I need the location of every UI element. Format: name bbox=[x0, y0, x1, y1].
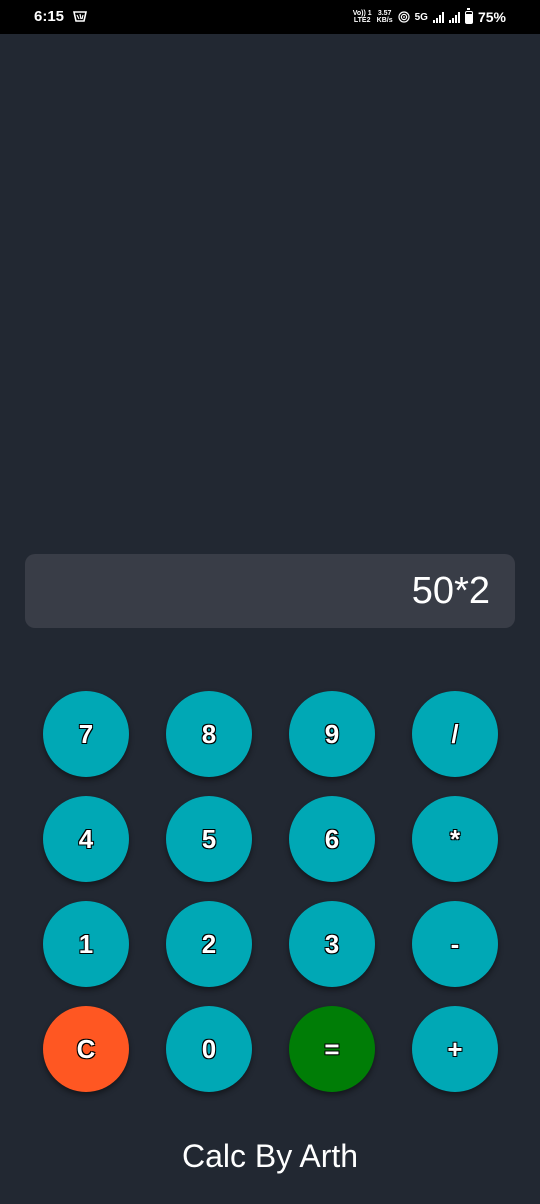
key-equals[interactable]: = bbox=[289, 1006, 375, 1092]
key-0[interactable]: 0 bbox=[166, 1006, 252, 1092]
notification-icon bbox=[73, 11, 87, 22]
key-add[interactable]: + bbox=[412, 1006, 498, 1092]
battery-percent: 75% bbox=[477, 9, 506, 25]
key-divide[interactable]: / bbox=[412, 691, 498, 777]
key-1[interactable]: 1 bbox=[43, 901, 129, 987]
key-clear[interactable]: C bbox=[43, 1006, 129, 1092]
hotspot-icon bbox=[398, 11, 410, 23]
network-type: 5G bbox=[414, 11, 428, 23]
key-2[interactable]: 2 bbox=[166, 901, 252, 987]
battery-fill bbox=[465, 14, 472, 23]
status-bar: 6:15 Vo)) 1 LTE2 3.57 KB/s 5G 75% bbox=[0, 0, 540, 34]
status-time: 6:15 bbox=[34, 8, 65, 25]
volte-indicator: Vo)) 1 LTE2 bbox=[352, 10, 372, 24]
key-5[interactable]: 5 bbox=[166, 796, 252, 882]
signal-icon bbox=[448, 11, 460, 23]
status-indicators: Vo)) 1 LTE2 3.57 KB/s 5G 75% bbox=[353, 7, 506, 27]
signal-icon bbox=[432, 11, 444, 23]
display-value: 50*2 bbox=[411, 569, 490, 612]
calculator-display: 50*2 bbox=[25, 554, 515, 628]
key-9[interactable]: 9 bbox=[289, 691, 375, 777]
key-3[interactable]: 3 bbox=[289, 901, 375, 987]
app-title: Calc By Arth bbox=[181, 1138, 359, 1174]
battery-icon bbox=[464, 7, 473, 24]
key-8[interactable]: 8 bbox=[166, 691, 252, 777]
key-7[interactable]: 7 bbox=[43, 691, 129, 777]
key-6[interactable]: 6 bbox=[289, 796, 375, 882]
network-speed: 3.57 KB/s bbox=[376, 10, 393, 24]
key-subtract[interactable]: - bbox=[412, 901, 498, 987]
key-multiply[interactable]: * bbox=[412, 796, 498, 882]
key-4[interactable]: 4 bbox=[43, 796, 129, 882]
keypad: 7 8 9 / 4 5 6 * 1 2 3 - C 0 = + bbox=[43, 691, 498, 1092]
